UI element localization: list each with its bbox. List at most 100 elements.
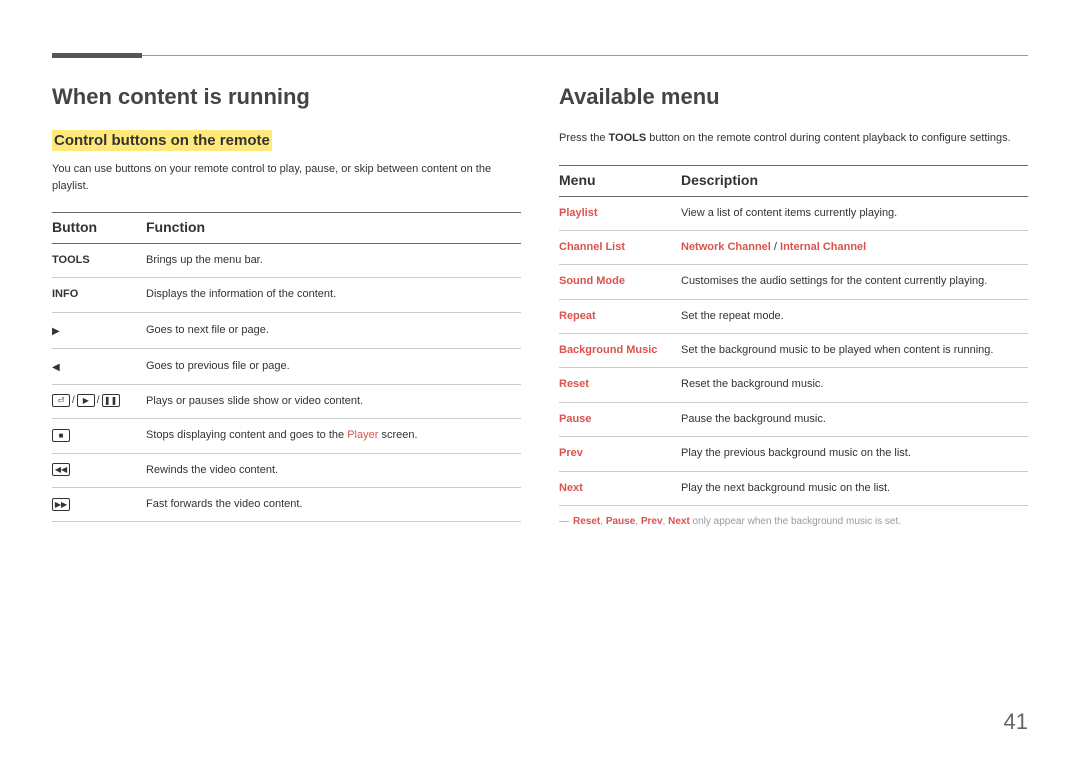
function-cell: Plays or pauses slide show or video cont… [146,384,521,418]
pause-icon: ❚❚ [102,394,120,407]
footnote: ―Reset, Pause, Prev, Next only appear wh… [559,514,1028,529]
footnote-reset: Reset [573,516,600,527]
inline-red-text: Player [347,429,378,441]
menu-cell: Channel List [559,230,681,264]
button-cell: INFO [52,278,146,312]
menu-name: Background Music [559,344,657,356]
table-row: ▶▶ Fast forwards the video content. [52,487,521,521]
inline-red-text: Internal Channel [780,241,866,253]
right-intro-bold: TOOLS [609,132,647,144]
menu-name: Repeat [559,310,596,322]
menu-cell: Prev [559,437,681,471]
button-cell [52,348,146,384]
button-label: INFO [52,288,78,300]
function-cell: Goes to previous file or page. [146,348,521,384]
menu-cell: Background Music [559,334,681,368]
menu-name: Pause [559,413,591,425]
description-cell: Play the next background music on the li… [681,471,1028,505]
table-row: Prev Play the previous background music o… [559,437,1028,471]
table-row: Goes to previous file or page. [52,348,521,384]
table-row: Next Play the next background music on th… [559,471,1028,505]
button-cell: TOOLS [52,244,146,278]
table-row: Goes to next file or page. [52,312,521,348]
menu-cell: Pause [559,402,681,436]
right-intro-post: button on the remote control during cont… [646,132,1010,144]
description-cell: Set the background music to be played wh… [681,334,1028,368]
description-cell: Network Channel / Internal Channel [681,230,1028,264]
button-cell: ■ [52,419,146,453]
left-intro: You can use buttons on your remote contr… [52,161,521,194]
menu-name: Sound Mode [559,275,625,287]
menu-cell: Sound Mode [559,265,681,299]
menu-cell: Next [559,471,681,505]
table-row: Pause Pause the background music. [559,402,1028,436]
table-row: Sound Mode Customises the audio settings … [559,265,1028,299]
buttons-table: Button Function TOOLS Brings up the menu … [52,212,521,522]
function-cell: Displays the information of the content. [146,278,521,312]
right-arrow-icon [52,322,60,339]
left-heading: When content is running [52,84,521,110]
button-cell: ⏎/▶/❚❚ [52,384,146,418]
left-arrow-icon [52,358,60,375]
footnote-pause: Pause [606,516,635,527]
description-cell: Play the previous background music on th… [681,437,1028,471]
header-rule [52,55,1028,56]
left-column: When content is running Control buttons … [52,84,521,529]
right-intro: Press the TOOLS button on the remote con… [559,130,1028,147]
rewind-icon: ◀◀ [52,463,70,476]
table-row: TOOLS Brings up the menu bar. [52,244,521,278]
menu-name: Prev [559,447,583,459]
button-cell [52,312,146,348]
menu-cell: Reset [559,368,681,402]
right-intro-pre: Press the [559,132,609,144]
table-row: Background Music Set the background music… [559,334,1028,368]
button-label: TOOLS [52,254,90,266]
right-column: Available menu Press the TOOLS button on… [559,84,1028,529]
function-cell: Rewinds the video content. [146,453,521,487]
menu-table: Menu Description Playlist View a list of … [559,165,1028,507]
footnote-dash: ― [559,516,569,527]
menu-name: Channel List [559,241,625,253]
table-row: ■ Stops displaying content and goes to th… [52,419,521,453]
table-row: INFO Displays the information of the cont… [52,278,521,312]
description-cell: Customises the audio settings for the co… [681,265,1028,299]
table-row: Repeat Set the repeat mode. [559,299,1028,333]
table-row: Playlist View a list of content items cur… [559,196,1028,230]
button-cell: ◀◀ [52,453,146,487]
stop-icon: ■ [52,429,70,442]
table-row: ◀◀ Rewinds the video content. [52,453,521,487]
footnote-rest: only appear when the background music is… [690,516,901,527]
page-number: 41 [1004,709,1028,735]
menu-name: Reset [559,378,589,390]
button-cell: ▶▶ [52,487,146,521]
menu-table-header-description: Description [681,165,1028,196]
description-sep: / [771,241,780,253]
function-cell: Brings up the menu bar. [146,244,521,278]
menu-name: Next [559,482,583,494]
description-cell: View a list of content items currently p… [681,196,1028,230]
fast-forward-icon: ▶▶ [52,498,70,511]
table-row: Channel List Network Channel / Internal C… [559,230,1028,264]
buttons-table-header-function: Function [146,213,521,244]
inline-red-text: Network Channel [681,241,771,253]
play-icon: ▶ [77,394,95,407]
right-heading: Available menu [559,84,1028,110]
buttons-table-header-button: Button [52,213,146,244]
menu-name: Playlist [559,207,598,219]
description-cell: Pause the background music. [681,402,1028,436]
table-row: Reset Reset the background music. [559,368,1028,402]
function-cell: Goes to next file or page. [146,312,521,348]
manual-page: When content is running Control buttons … [0,0,1080,529]
two-column-layout: When content is running Control buttons … [52,84,1028,529]
left-subheading: Control buttons on the remote [52,130,272,151]
function-cell: Stops displaying content and goes to the… [146,419,521,453]
enter-icon: ⏎ [52,394,70,407]
footnote-next: Next [668,516,690,527]
menu-table-header-menu: Menu [559,165,681,196]
menu-cell: Repeat [559,299,681,333]
description-cell: Reset the background music. [681,368,1028,402]
table-row: ⏎/▶/❚❚Plays or pauses slide show or vide… [52,384,521,418]
description-cell: Set the repeat mode. [681,299,1028,333]
menu-cell: Playlist [559,196,681,230]
function-cell: Fast forwards the video content. [146,487,521,521]
